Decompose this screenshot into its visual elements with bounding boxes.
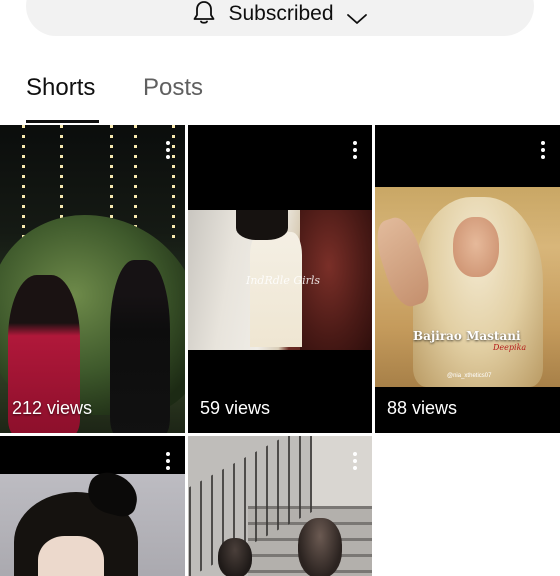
more-options-icon[interactable] (352, 452, 358, 472)
tab-shorts[interactable]: Shorts (26, 72, 95, 104)
short-thumbnail[interactable] (0, 436, 185, 576)
more-options-icon[interactable] (165, 452, 171, 472)
thumbnail-overlay-title: Bajirao Mastani (413, 329, 521, 343)
view-count: 59 views (200, 398, 271, 418)
channel-tabs: Shorts Posts (0, 60, 560, 124)
view-count: 88 views (387, 398, 458, 418)
more-options-icon[interactable] (540, 141, 546, 161)
thumbnail-image: Bajirao Mastani Deepika @nia_xthetics07 (375, 187, 560, 387)
more-options-icon[interactable] (352, 141, 358, 161)
light-string (22, 125, 25, 245)
subscribed-button[interactable]: Subscribed (26, 0, 534, 36)
thumbnail-overlay-subtitle: Deepika (493, 343, 527, 352)
thumbnail-watermark: IndRdle Girls (246, 274, 321, 287)
thumbnail-image (0, 468, 185, 576)
light-string (172, 125, 175, 245)
short-thumbnail[interactable]: 212 views (0, 125, 185, 433)
short-thumbnail[interactable]: Bajirao Mastani Deepika @nia_xthetics07 … (375, 125, 560, 433)
tab-selected-indicator (26, 120, 99, 123)
thumbnail-overlay-handle: @nia_xthetics07 (447, 373, 492, 379)
tab-posts[interactable]: Posts (143, 72, 203, 104)
short-thumbnail[interactable]: IndRdle Girls 59 views (188, 125, 372, 433)
chevron-down-icon (346, 12, 368, 26)
subscribed-label: Subscribed (228, 2, 334, 25)
view-count: 212 views (12, 398, 93, 418)
thumbnail-figure (110, 260, 170, 433)
bell-icon (192, 0, 216, 26)
more-options-icon[interactable] (165, 141, 171, 161)
short-thumbnail[interactable] (188, 436, 372, 576)
thumbnail-image: IndRdle Girls (188, 210, 372, 350)
